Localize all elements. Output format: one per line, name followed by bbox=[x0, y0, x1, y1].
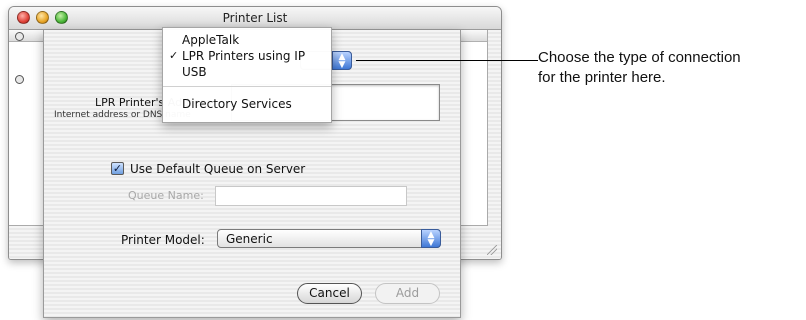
use-default-queue-checkbox[interactable]: ✓ bbox=[111, 162, 124, 175]
printer-model-label: Printer Model: bbox=[121, 233, 205, 247]
printer-status-icon bbox=[15, 75, 24, 84]
menu-item-label: AppleTalk bbox=[182, 33, 240, 47]
window-title: Printer List bbox=[222, 11, 288, 25]
menu-item-label: USB bbox=[182, 65, 207, 79]
menu-item-directory-services[interactable]: Directory Services bbox=[163, 96, 331, 112]
checkmark-icon: ✓ bbox=[112, 162, 123, 175]
callout-line-1: Choose the type of connection bbox=[538, 49, 741, 66]
add-button[interactable]: Add bbox=[375, 283, 440, 304]
popup-arrows-icon: ▲ ▼ bbox=[332, 51, 352, 70]
queue-name-label: Queue Name: bbox=[128, 189, 204, 202]
callout-line bbox=[356, 60, 538, 61]
use-default-queue-label: Use Default Queue on Server bbox=[130, 162, 306, 176]
printer-model-popup[interactable]: Generic ▲ ▼ bbox=[217, 229, 441, 248]
menu-item-usb[interactable]: USB bbox=[163, 64, 331, 80]
callout-line-2: for the printer here. bbox=[538, 69, 666, 86]
checkmark-icon: ✓ bbox=[169, 49, 179, 62]
column-status-icon bbox=[15, 32, 24, 41]
menu-item-label: LPR Printers using IP bbox=[182, 49, 306, 63]
printer-model-value: Generic bbox=[226, 232, 273, 246]
cancel-button[interactable]: Cancel bbox=[297, 283, 362, 304]
popup-arrows-icon: ▲ ▼ bbox=[421, 229, 441, 248]
callout-text: Choose the type of connection for the pr… bbox=[538, 48, 741, 88]
menu-item-appletalk[interactable]: AppleTalk bbox=[163, 32, 331, 48]
connection-type-menu: AppleTalk ✓ LPR Printers using IP USB Di… bbox=[162, 27, 332, 123]
menu-item-lpr[interactable]: ✓ LPR Printers using IP bbox=[163, 48, 331, 64]
menu-separator bbox=[163, 86, 331, 87]
queue-name-field[interactable] bbox=[215, 186, 407, 206]
menu-item-label: Directory Services bbox=[182, 97, 292, 111]
resize-grip-icon[interactable] bbox=[487, 245, 497, 255]
